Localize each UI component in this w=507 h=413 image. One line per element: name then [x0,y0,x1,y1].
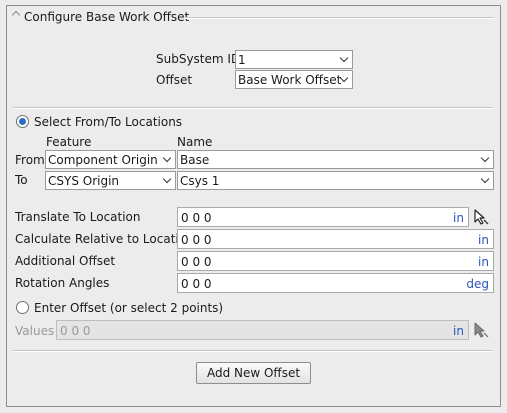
from-name-select[interactable]: Base [177,150,494,169]
from-feature-select[interactable]: Component Origin [45,150,176,169]
cursor-select-icon[interactable] [472,321,490,339]
chevron-down-icon [162,153,172,163]
values-value: 0 0 0 [60,324,91,338]
additional-offset-unit[interactable]: in [478,255,489,269]
chevron-down-icon [162,174,172,184]
relative-value: 0 0 0 [181,233,212,247]
separator [13,107,492,109]
rotation-input[interactable]: 0 0 0 deg [177,273,494,293]
separator [13,350,492,352]
translate-value: 0 0 0 [181,211,212,225]
to-name-value: Csys 1 [180,174,220,188]
rotation-unit[interactable]: deg [466,277,489,291]
relative-label: Calculate Relative to Location [15,232,194,246]
from-feature-value: Component Origin [48,153,158,167]
rotation-label: Rotation Angles [15,276,110,290]
enter-offset-radio[interactable] [16,301,29,314]
name-header: Name [177,135,213,149]
additional-offset-value: 0 0 0 [181,255,212,269]
additional-offset-input[interactable]: 0 0 0 in [177,251,494,271]
values-input[interactable]: 0 0 0 in [56,320,469,340]
title-divider [185,17,494,19]
to-feature-select[interactable]: CSYS Origin [45,171,176,190]
enter-offset-label: Enter Offset (or select 2 points) [34,301,224,315]
translate-input[interactable]: 0 0 0 in [177,207,469,227]
chevron-down-icon [339,53,349,63]
panel-title: Configure Base Work Offset [24,10,190,24]
to-feature-value: CSYS Origin [48,174,120,188]
rotation-value: 0 0 0 [181,277,212,291]
to-name-select[interactable]: Csys 1 [177,171,494,190]
chevron-up-icon[interactable] [11,10,21,20]
subsystem-id-value: 1 [238,53,246,67]
values-label: Values [15,324,55,338]
chevron-down-icon [480,153,490,163]
select-locations-label: Select From/To Locations [34,115,183,129]
configure-offset-panel: Configure Base Work Offset SubSystem ID … [6,5,501,407]
add-new-offset-button[interactable]: Add New Offset [196,362,311,384]
subsystem-id-label: SubSystem ID [156,52,241,66]
additional-offset-label: Additional Offset [15,254,116,268]
translate-label: Translate To Location [15,210,141,224]
offset-select[interactable]: Base Work Offset [235,70,353,89]
subsystem-id-select[interactable]: 1 [235,50,353,69]
feature-header: Feature [46,135,92,149]
relative-input[interactable]: 0 0 0 in [177,229,494,249]
values-unit: in [453,324,464,338]
to-label: To [15,173,28,187]
offset-value: Base Work Offset [238,73,342,87]
offset-label: Offset [156,73,193,87]
from-label: From [15,153,45,167]
select-locations-radio[interactable] [16,115,29,128]
from-name-value: Base [180,153,210,167]
chevron-down-icon [480,174,490,184]
cursor-select-icon[interactable] [472,208,490,226]
relative-unit[interactable]: in [478,233,489,247]
panel-title-bar[interactable]: Configure Base Work Offset [7,6,500,28]
translate-unit[interactable]: in [453,211,464,225]
